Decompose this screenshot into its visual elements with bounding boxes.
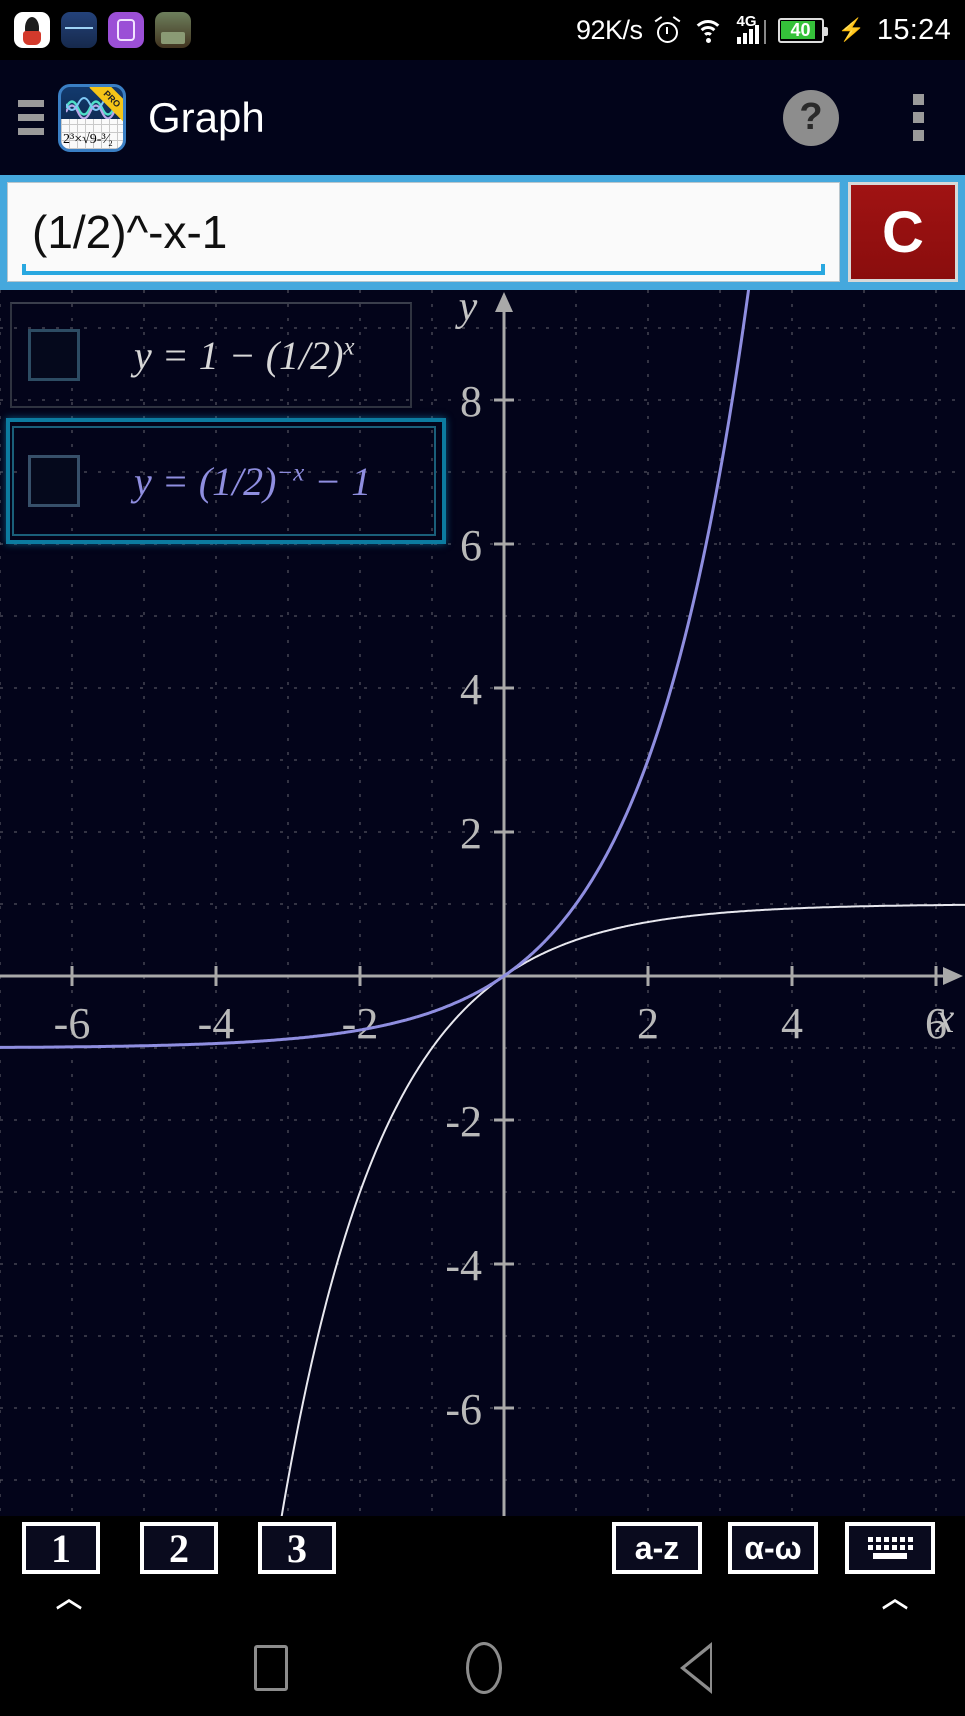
keypad-1-caret-icon: ︿ — [56, 1583, 83, 1613]
system-nav-bar — [0, 1620, 965, 1716]
input-underline — [22, 264, 825, 275]
svg-text:-2: -2 — [342, 999, 379, 1048]
equation-checkbox-1[interactable] — [28, 329, 80, 381]
keypad-2-button[interactable]: 2 — [140, 1522, 218, 1574]
eq1-exponent: x — [343, 333, 355, 361]
keyboard-icon — [867, 1537, 913, 1559]
keyboard-caret-icon: ︿ — [882, 1583, 909, 1613]
health-app-icon — [61, 12, 97, 48]
hamburger-icon[interactable] — [18, 100, 44, 135]
svg-text:4: 4 — [781, 999, 803, 1048]
keypad-1-button[interactable]: 1 — [22, 1522, 100, 1574]
expression-value: (1/2)^-x-1 — [32, 206, 228, 258]
keyboard-toggle-button[interactable] — [845, 1522, 935, 1574]
svg-text:x: x — [935, 996, 955, 1042]
app-logo: 2³×√9-³⁄₂ PRO — [58, 83, 126, 152]
signal-bars-icon: 4G — [736, 13, 766, 44]
battery-level-label: 40 — [790, 19, 811, 40]
svg-text:-6: -6 — [445, 1385, 482, 1434]
kebab-menu-icon[interactable] — [897, 94, 939, 141]
page-title: Graph — [148, 93, 265, 141]
status-system-icons: 92K/s 4G 40 ⚡ 15:24 — [575, 13, 951, 47]
equation-list: y = 1 − (1/2)x y = (1/2)−x − 1 — [0, 292, 478, 544]
back-icon[interactable] — [679, 1642, 712, 1694]
svg-text:-4: -4 — [445, 1241, 482, 1290]
wifi-icon — [692, 17, 725, 43]
status-bar: 92K/s 4G 40 ⚡ 15:24 — [0, 0, 965, 60]
svg-text:-6: -6 — [54, 999, 91, 1048]
charging-bolt-icon: ⚡ — [837, 17, 865, 42]
status-notification-icons — [14, 12, 191, 48]
clear-button[interactable]: C — [848, 182, 958, 282]
eq2-suffix: − 1 — [304, 458, 372, 504]
network-speed-label: 92K/s — [575, 14, 643, 45]
greek-letters-button[interactable]: α-ω — [728, 1522, 818, 1574]
svg-text:2: 2 — [637, 999, 659, 1048]
app-logo-math-label: 2³×√9-³⁄₂ — [63, 131, 113, 147]
alarm-icon — [654, 16, 680, 43]
equation-checkbox-2[interactable] — [28, 455, 80, 507]
eq2-body: y = (1/2) — [134, 458, 277, 504]
eq2-exponent: −x — [276, 459, 305, 487]
battery-icon: 40 — [777, 17, 828, 43]
svg-text:4: 4 — [460, 665, 482, 714]
equation-label-1: y = 1 − (1/2)x — [134, 332, 355, 379]
expression-input[interactable]: (1/2)^-x-1 — [7, 182, 840, 282]
equation-label-2: y = (1/2)−x − 1 — [134, 458, 371, 505]
equation-row-1[interactable]: y = 1 − (1/2)x — [0, 292, 478, 418]
svg-text:-4: -4 — [198, 999, 235, 1048]
home-icon[interactable] — [465, 1642, 502, 1694]
keypad-3-button[interactable]: 3 — [258, 1522, 336, 1574]
expression-input-bar: (1/2)^-x-1 C — [0, 175, 965, 290]
latin-letters-button[interactable]: a-z — [612, 1522, 702, 1574]
keypad-toolbar: 1 ︿ 2 3 a-z α-ω ︿ — [0, 1516, 965, 1620]
game-app-icon — [155, 12, 191, 48]
eq1-body: y = 1 − (1/2) — [134, 332, 344, 378]
network-type-label: 4G — [736, 13, 757, 30]
svg-text:-2: -2 — [445, 1097, 482, 1146]
help-icon[interactable]: ? — [783, 89, 839, 146]
app-bar: 2³×√9-³⁄₂ PRO Graph ? — [0, 60, 965, 175]
clock-label: 15:24 — [876, 13, 951, 46]
recents-icon[interactable] — [253, 1645, 288, 1691]
equation-row-2[interactable]: y = (1/2)−x − 1 — [0, 418, 478, 544]
purple-app-icon — [108, 12, 144, 48]
qq-app-icon — [14, 12, 50, 48]
svg-text:2: 2 — [460, 809, 482, 858]
